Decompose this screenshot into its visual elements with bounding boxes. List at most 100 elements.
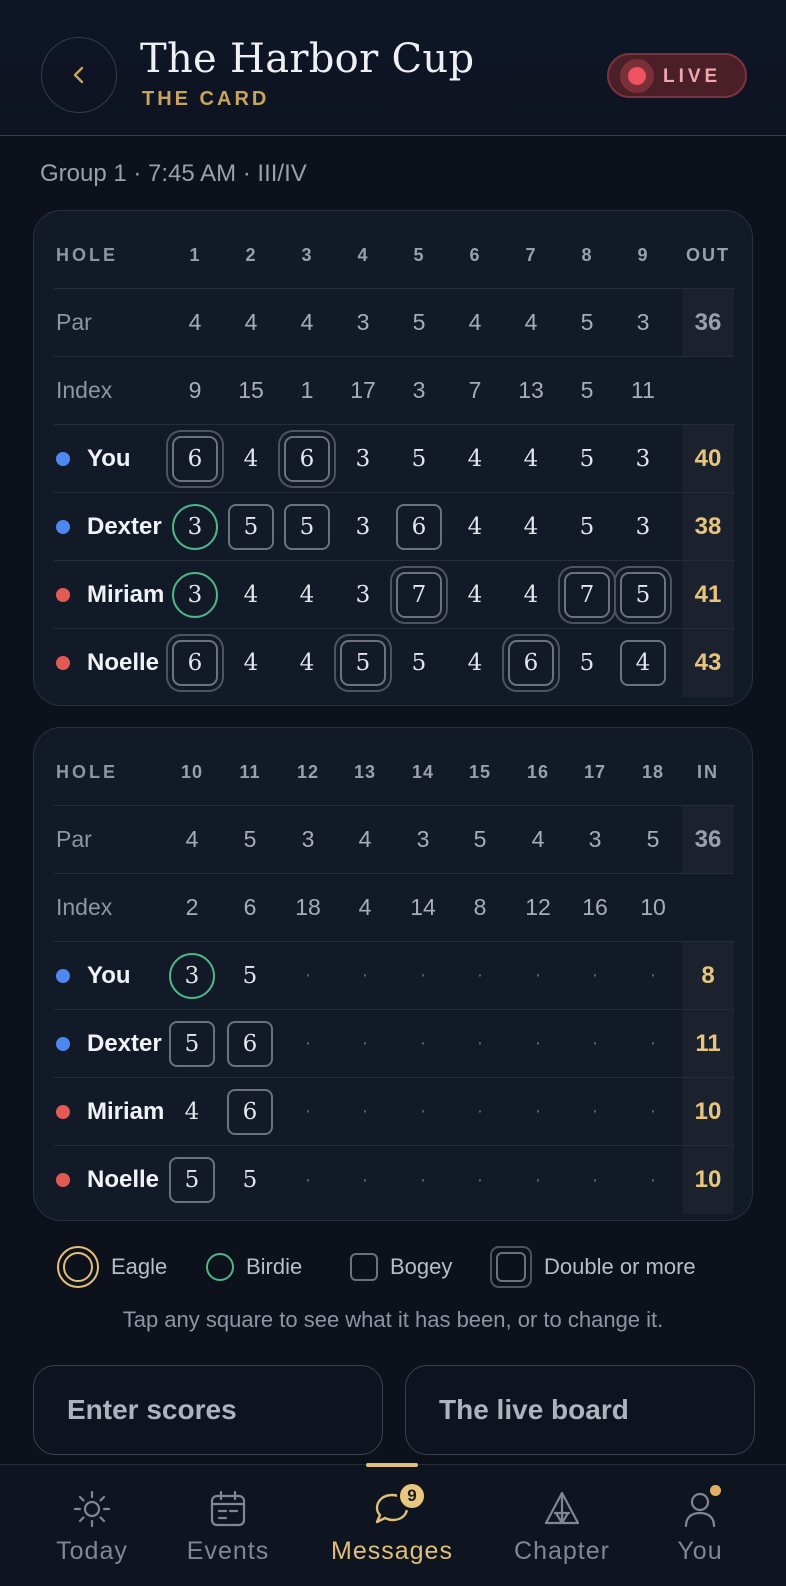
score-cell[interactable]: 5 bbox=[559, 493, 615, 560]
index-row: Index 2 6 18 4 14 8 12 16 10 bbox=[54, 874, 734, 942]
player-label: Noelle bbox=[56, 1146, 159, 1214]
double-score: 7 bbox=[396, 571, 442, 618]
bogey-score: 5 bbox=[169, 1157, 215, 1203]
score-cell[interactable]: 3 bbox=[335, 561, 391, 628]
live-label: LIVE bbox=[663, 66, 722, 87]
score-cell[interactable]: 4 bbox=[223, 425, 279, 492]
score-cell[interactable]: 3 bbox=[164, 942, 220, 1009]
hint-text: Tap any square to see what it has been, … bbox=[122, 1307, 664, 1332]
score-cell[interactable]: 6 bbox=[391, 493, 447, 560]
score-cell[interactable]: 4 bbox=[447, 493, 503, 560]
index-label: Index bbox=[56, 894, 113, 920]
index-value: 8 bbox=[473, 894, 487, 920]
score-value: · bbox=[534, 964, 542, 986]
score-cell[interactable]: 4 bbox=[279, 629, 335, 697]
score-cell[interactable]: 6 bbox=[222, 1010, 278, 1077]
score-value: · bbox=[361, 964, 369, 986]
score-cell[interactable]: 4 bbox=[223, 629, 279, 697]
player-name: Dexter bbox=[87, 1029, 162, 1057]
score-cell[interactable]: 5 bbox=[559, 425, 615, 492]
score-cell[interactable]: 6 bbox=[222, 1078, 278, 1145]
score-value: · bbox=[304, 964, 312, 986]
par-value: 5 bbox=[412, 309, 426, 335]
index-value: 5 bbox=[580, 377, 594, 403]
score-cell[interactable]: 4 bbox=[503, 493, 559, 560]
score-cell[interactable]: 3 bbox=[335, 425, 391, 492]
section-total-header: OUT bbox=[686, 245, 730, 265]
player-label: You bbox=[56, 425, 131, 492]
score-cell[interactable]: 6 bbox=[503, 629, 559, 697]
score-cell[interactable]: 5 bbox=[335, 629, 391, 697]
score-cell[interactable]: 3 bbox=[335, 493, 391, 560]
score-cell[interactable]: 5 bbox=[164, 1146, 220, 1214]
tab-chapter[interactable]: Chapter bbox=[492, 1465, 632, 1586]
score-cell[interactable]: 5 bbox=[559, 629, 615, 697]
score-cell[interactable]: 5 bbox=[391, 629, 447, 697]
tab-messages[interactable]: 9 Messages bbox=[322, 1465, 462, 1586]
score-value: · bbox=[361, 1168, 369, 1191]
score-cell[interactable]: 6 bbox=[167, 425, 223, 492]
score-cell[interactable]: 4 bbox=[615, 629, 671, 697]
tab-events[interactable]: Events bbox=[158, 1465, 298, 1586]
enter-scores-button[interactable]: Enter scores bbox=[33, 1365, 383, 1455]
score-cell[interactable]: 3 bbox=[615, 493, 671, 560]
score-cell[interactable]: 7 bbox=[391, 561, 447, 628]
tab-bar: Today Events 9 Messages Chapter You bbox=[0, 1463, 786, 1586]
hole-header-row: HOLE 1 2 3 4 5 6 7 8 9 OUT bbox=[54, 223, 734, 289]
page-title: The Harbor Cup bbox=[140, 36, 475, 82]
live-board-button[interactable]: The live board bbox=[405, 1365, 755, 1455]
player-row: Noelle 5 5 · · · · · · · 10 bbox=[54, 1146, 734, 1214]
score-cell: · bbox=[567, 942, 623, 1009]
score-cell[interactable]: 4 bbox=[447, 561, 503, 628]
score-cell[interactable]: 3 bbox=[167, 561, 223, 628]
player-name: Noelle bbox=[87, 649, 160, 676]
par-value: 3 bbox=[356, 309, 370, 335]
bogey-score: 5 bbox=[169, 1020, 215, 1067]
score-cell[interactable]: 5 bbox=[164, 1010, 220, 1077]
tab-today[interactable]: Today bbox=[22, 1465, 162, 1586]
score-cell[interactable]: 4 bbox=[223, 561, 279, 628]
par-row: Par 4 5 3 4 3 5 4 3 5 36 bbox=[54, 806, 734, 874]
score-cell[interactable]: 3 bbox=[615, 425, 671, 492]
par-row: Par 4 4 4 3 5 4 4 5 3 36 bbox=[54, 289, 734, 357]
player-row: Dexter 3 5 5 3 6 4 4 5 3 38 bbox=[54, 493, 734, 561]
score-cell[interactable]: 6 bbox=[279, 425, 335, 492]
index-value: 7 bbox=[468, 377, 482, 403]
score-cell[interactable]: 4 bbox=[447, 629, 503, 697]
player-row: You 3 5 · · · · · · · 8 bbox=[54, 942, 734, 1010]
person-icon bbox=[680, 1485, 721, 1529]
hole-number: 14 bbox=[411, 762, 435, 782]
hole-header-label: HOLE bbox=[56, 245, 119, 265]
double-score: 6 bbox=[508, 640, 554, 686]
par-value: 4 bbox=[524, 309, 538, 335]
score-cell[interactable]: 5 bbox=[222, 942, 278, 1009]
score-cell[interactable]: 5 bbox=[279, 493, 335, 560]
player-label: You bbox=[56, 942, 131, 1009]
score-cell[interactable]: 7 bbox=[559, 561, 615, 628]
par-value: 5 bbox=[646, 826, 660, 852]
hole-number: 15 bbox=[468, 762, 492, 782]
score-cell[interactable]: 6 bbox=[167, 629, 223, 697]
score-value: · bbox=[304, 1100, 312, 1122]
score-cell[interactable]: 5 bbox=[615, 561, 671, 628]
live-badge[interactable]: LIVE bbox=[607, 53, 747, 98]
score-cell[interactable]: 4 bbox=[503, 561, 559, 628]
back-button[interactable] bbox=[41, 37, 117, 113]
score-cell[interactable]: 4 bbox=[279, 561, 335, 628]
score-cell[interactable]: 5 bbox=[391, 425, 447, 492]
score-cell[interactable]: 5 bbox=[223, 493, 279, 560]
tab-you[interactable]: You bbox=[630, 1465, 770, 1586]
player-row: Noelle 6 4 4 5 5 4 6 5 4 43 bbox=[54, 629, 734, 697]
hole-number: 1 bbox=[189, 245, 201, 265]
score-value: · bbox=[591, 1100, 599, 1122]
hole-number: 10 bbox=[180, 762, 204, 782]
score-value: · bbox=[361, 1100, 369, 1122]
tab-events-label: Events bbox=[186, 1537, 270, 1565]
score-cell[interactable]: 4 bbox=[447, 425, 503, 492]
score-cell[interactable]: 4 bbox=[164, 1078, 220, 1145]
score-cell[interactable]: 5 bbox=[222, 1146, 278, 1214]
score-cell[interactable]: 4 bbox=[503, 425, 559, 492]
score-value: 3 bbox=[355, 445, 371, 472]
score-cell[interactable]: 3 bbox=[167, 493, 223, 560]
birdie-marker-icon bbox=[206, 1253, 234, 1281]
